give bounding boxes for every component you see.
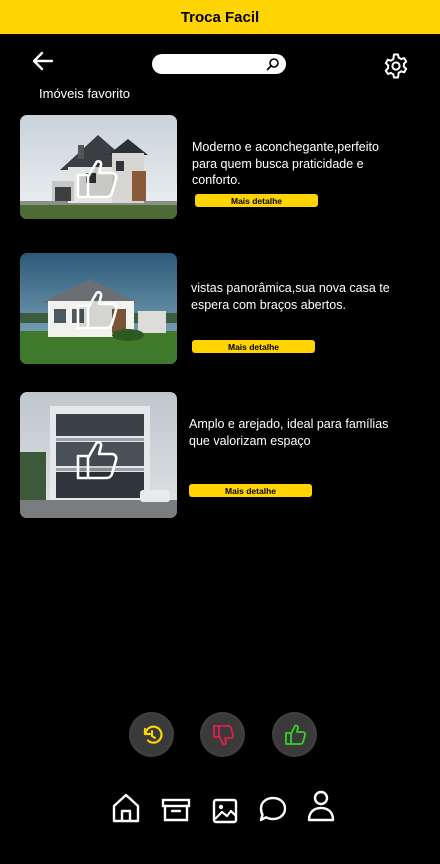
thumbs-up-icon[interactable] <box>74 286 122 332</box>
listing-description: Amplo e arejado, ideal para famílias que… <box>189 417 389 448</box>
thumbs-up-icon[interactable] <box>74 155 122 201</box>
arrow-left-icon[interactable] <box>30 50 56 72</box>
archive-icon[interactable] <box>161 792 191 824</box>
listing-image[interactable] <box>20 115 177 219</box>
gear-icon[interactable] <box>382 52 410 80</box>
listing-image[interactable] <box>20 253 177 364</box>
chat-bubble-icon[interactable] <box>258 792 288 824</box>
section-title: Imóveis favorito <box>39 86 131 101</box>
thumbs-down-icon <box>212 724 234 745</box>
like-button[interactable] <box>272 712 317 757</box>
dislike-button[interactable] <box>200 712 245 757</box>
more-details-button[interactable]: Mais detalhe <box>192 340 315 353</box>
undo-icon <box>143 725 163 744</box>
listing-description: vistas panorâmica,sua nova casa te esper… <box>191 281 390 312</box>
search-icon[interactable] <box>266 57 280 71</box>
search-input[interactable] <box>158 57 262 71</box>
image-icon[interactable] <box>210 792 240 824</box>
user-icon[interactable] <box>306 790 336 822</box>
home-icon[interactable] <box>111 792 141 824</box>
thumbs-up-icon[interactable] <box>74 436 122 482</box>
listing-image[interactable] <box>20 392 177 518</box>
app-title: Troca Facil <box>180 8 260 26</box>
app-title-bar: Troca Facil <box>0 0 440 34</box>
more-details-button[interactable]: Mais detalhe <box>189 484 312 497</box>
search-bar[interactable] <box>152 54 286 74</box>
undo-button[interactable] <box>129 712 174 757</box>
more-details-button[interactable]: Mais detalhe <box>195 194 318 207</box>
thumbs-up-icon <box>284 724 306 745</box>
listing-description: Moderno e aconchegante,perfeito para que… <box>192 140 379 187</box>
